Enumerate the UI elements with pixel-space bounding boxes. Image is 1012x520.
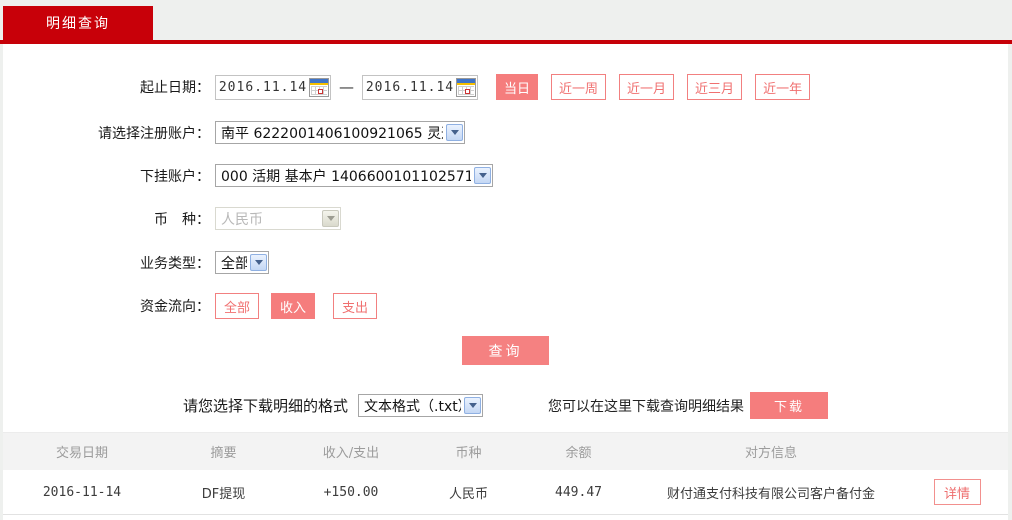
chevron-down-icon [446,124,463,141]
date-range-row: 起止日期： 2016.11.14 — 2016.11.14 当日 近一周 近一月… [3,73,1008,101]
start-date-value: 2016.11.14 [218,79,308,95]
sub-account-label: 下挂账户： [140,168,210,185]
currency-select: 人民币 [215,207,341,230]
quick-range-quarter-button[interactable]: 近三月 [687,74,743,100]
start-date-input[interactable]: 2016.11.14 [215,74,331,100]
business-type-row: 业务类型： 全部 [3,250,1008,275]
register-account-label: 请选择注册账户： [98,125,210,142]
chevron-down-icon [250,254,267,271]
download-format-value: 文本格式（.txt） [364,398,462,415]
currency-row: 币 种： 人民币 [3,206,1008,231]
download-button[interactable]: 下载 [750,392,829,419]
tab-detail-query[interactable]: 明细查询 [3,6,153,40]
fund-flow-all-button[interactable]: 全部 [215,293,259,319]
chevron-down-icon [464,397,482,414]
business-type-select[interactable]: 全部 [215,251,269,274]
cell-actions: 详情 [906,479,1008,505]
col-header-currency: 币种 [455,446,482,461]
calendar-icon[interactable] [456,77,476,97]
end-date-value: 2016.11.14 [365,79,455,95]
end-date-input[interactable]: 2016.11.14 [362,74,478,100]
table-row: 2016-11-14 DF提现 +150.00 人民币 449.47 财付通支付… [3,470,1008,515]
download-format-select[interactable]: 文本格式（.txt） [358,394,484,417]
cell-amount: +150.00 [323,484,379,500]
quick-range-year-button[interactable]: 近一年 [755,74,811,100]
cell-currency: 人民币 [448,486,488,502]
col-header-summary: 摘要 [210,446,237,461]
cell-summary: DF提现 [201,486,246,502]
quick-range-week-button[interactable]: 近一周 [551,74,607,100]
download-hint: 您可以在这里下载查询明细结果 [548,398,745,415]
register-account-value: 南平 6222001406100921065 灵通卡 [221,125,443,142]
col-header-counterparty: 对方信息 [744,446,797,461]
cell-counterparty: 财付通支付科技有限公司客户备付金 [666,486,875,502]
date-range-label: 起止日期： [140,80,210,96]
fund-flow-expense-button[interactable]: 支出 [333,293,377,319]
register-account-select[interactable]: 南平 6222001406100921065 灵通卡 [215,121,465,144]
query-button[interactable]: 查询 [462,336,549,365]
col-header-date: 交易日期 [55,446,108,461]
sub-account-row: 下挂账户： 000 活期 基本户 1406600101102571848 [3,163,1008,188]
currency-value: 人民币 [221,211,263,228]
date-separator: — [339,78,354,96]
fund-flow-row: 资金流向： 全部 收入 支出 [3,293,1008,319]
business-type-value: 全部 [221,255,247,272]
calendar-day-mark [318,88,323,94]
quick-range-today-button[interactable]: 当日 [496,74,539,100]
business-type-label: 业务类型： [140,255,210,272]
calendar-day-mark [465,88,470,94]
download-format-label: 请您选择下载明细的格式 [183,397,349,415]
col-header-balance: 余额 [565,446,592,461]
tab-label: 明细查询 [46,16,110,32]
col-header-amount: 收入/支出 [322,446,380,461]
cell-date: 2016-11-14 [42,484,122,500]
fund-flow-label: 资金流向： [140,299,210,315]
quick-range-month-button[interactable]: 近一月 [619,74,675,100]
fund-flow-income-button[interactable]: 收入 [271,293,315,319]
cell-balance: 449.47 [555,484,602,500]
currency-label: 币 种： [154,211,210,228]
query-panel: 起止日期： 2016.11.14 — 2016.11.14 当日 近一周 近一月… [3,44,1008,520]
chevron-down-icon [474,167,491,184]
sub-account-select[interactable]: 000 活期 基本户 1406600101102571848 [215,164,493,187]
chevron-down-icon [322,210,339,227]
detail-button[interactable]: 详情 [933,479,981,505]
download-row: 请您选择下载明细的格式 文本格式（.txt） 您可以在这里下载查询明细结果 下载 [3,392,1008,419]
sub-account-value: 000 活期 基本户 1406600101102571848 [221,168,471,185]
table-header: 交易日期 摘要 收入/支出 币种 余额 对方信息 [3,432,1008,470]
calendar-icon[interactable] [309,77,329,97]
register-account-row: 请选择注册账户： 南平 6222001406100921065 灵通卡 [3,120,1008,145]
